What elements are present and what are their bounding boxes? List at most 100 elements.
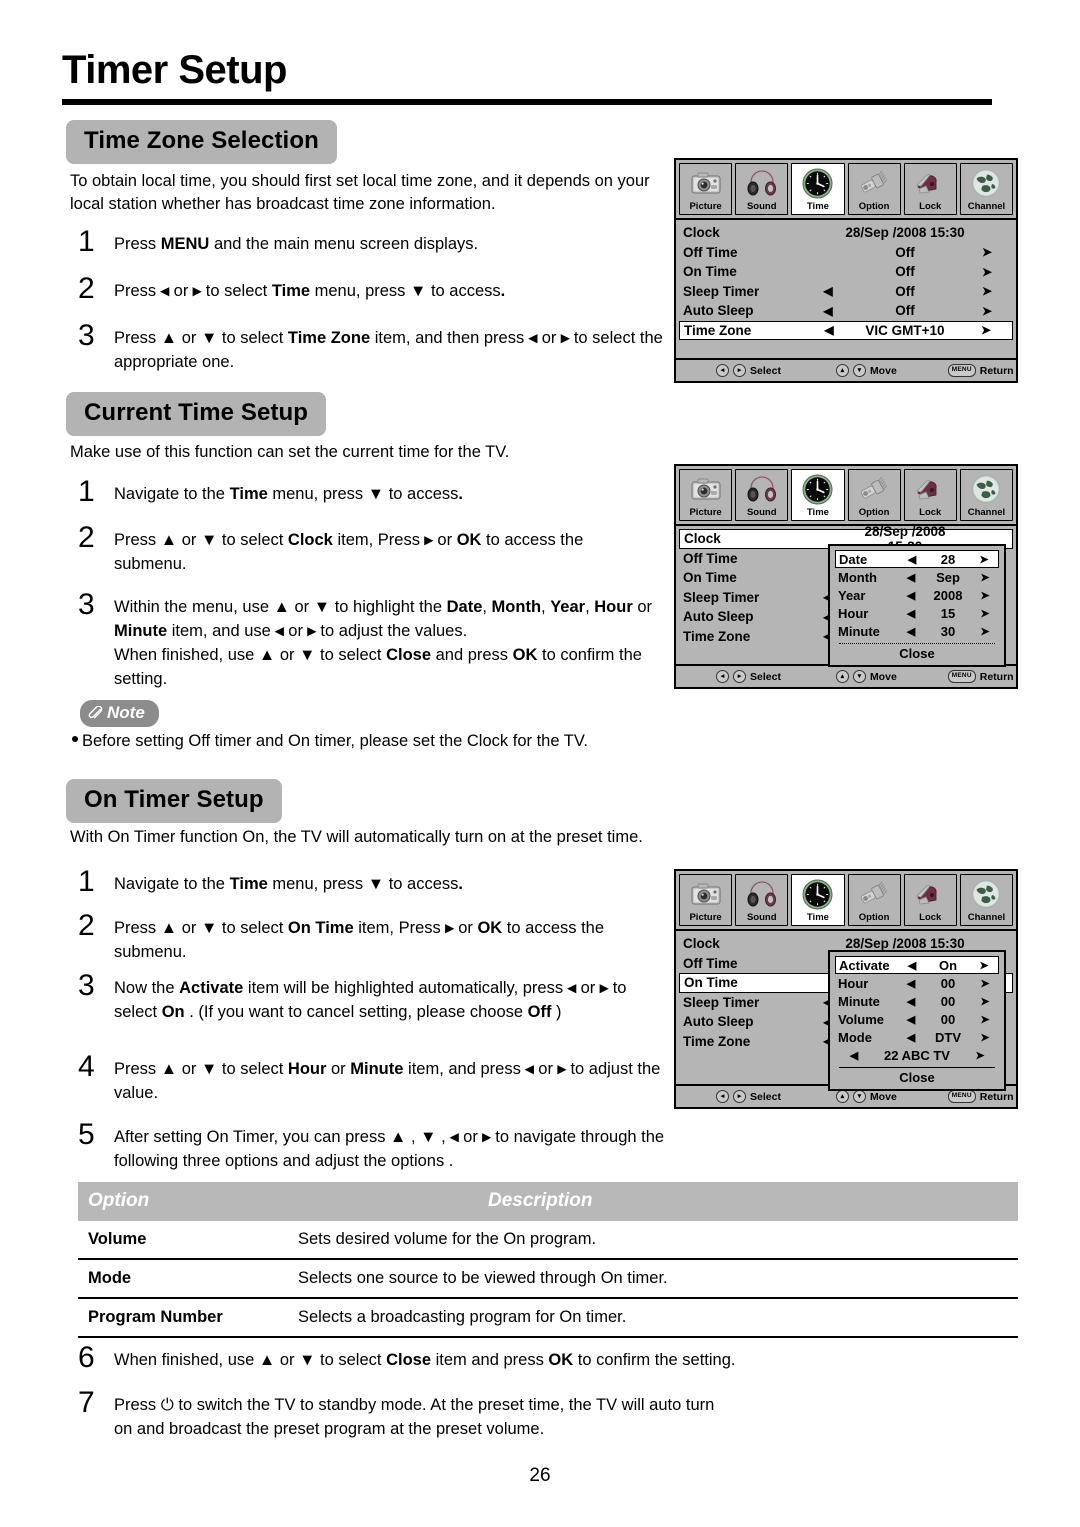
step-number: 3 <box>78 588 95 621</box>
step-item: 4 Press ▲ or ▼ to select Hour or Minute … <box>70 1052 670 1106</box>
osd-tab-option[interactable]: Option <box>847 163 901 215</box>
right-arrow-icon[interactable]: ➤ <box>974 625 996 638</box>
osd-popup-row[interactable]: Month ◀ Sep ➤ <box>835 568 999 586</box>
osd-tab-picture[interactable]: Picture <box>679 874 733 926</box>
osd-popup-row[interactable]: Year ◀ 2008 ➤ <box>835 586 999 604</box>
left-arrow-icon[interactable]: ◀ <box>900 607 922 620</box>
osd-popup-label: Date <box>839 551 868 567</box>
osd-popup-row[interactable]: Hour ◀ 15 ➤ <box>835 604 999 622</box>
osd-tab-channel[interactable]: Channel <box>959 469 1014 521</box>
osd-popup-row[interactable]: Activate ◀ On ➤ <box>835 956 999 974</box>
osd-tab-time[interactable]: Time <box>791 469 845 521</box>
step-text: Press ▲ or ▼ to select Time Zone item, a… <box>114 329 663 371</box>
osd-tab-label: Option <box>858 507 890 518</box>
osd-popup-row[interactable]: Minute ◀ 30 ➤ <box>835 622 999 640</box>
osd-tab-label: Sound <box>746 507 777 518</box>
right-arrow-icon[interactable]: ➤ <box>965 245 1009 259</box>
osd-popup-row[interactable]: Mode ◀ DTV ➤ <box>835 1028 999 1046</box>
left-arrow-icon[interactable]: ◀ <box>901 959 923 972</box>
left-arrow-icon[interactable]: ◀ <box>811 304 845 318</box>
osd-tab-sound[interactable]: Sound <box>735 163 789 215</box>
osd-footer: ◂ ▸ Select ▴ ▾ Move MENU Return <box>676 358 1016 381</box>
osd-tab-picture[interactable]: Picture <box>679 163 733 215</box>
right-arrow-icon[interactable]: ➤ <box>974 607 996 620</box>
left-arrow-icon[interactable]: ◀ <box>901 553 923 566</box>
right-arrow-icon[interactable]: ➤ <box>973 959 995 972</box>
osd-menu-row[interactable]: Off Time Off ➤ <box>679 243 1013 263</box>
osd-menu-row[interactable]: Auto Sleep ◀ Off ➤ <box>679 301 1013 321</box>
padlock-icon <box>905 877 956 911</box>
osd-tab-sound[interactable]: Sound <box>735 874 789 926</box>
osd-menu-row[interactable]: Sleep Timer ◀ Off ➤ <box>679 282 1013 302</box>
left-arrow-icon[interactable]: ◀ <box>812 323 846 337</box>
osd-tab-time[interactable]: Time <box>791 874 845 926</box>
left-arrow-icon[interactable]: ◀ <box>900 589 922 602</box>
osd-tab-picture[interactable]: Picture <box>679 469 733 521</box>
osd-popup-close-button[interactable]: Close <box>835 1070 999 1086</box>
osd-menu-row[interactable]: Clock 28/Sep /2008 15:30 <box>679 223 1013 243</box>
right-arrow-icon[interactable]: ➤ <box>964 323 1008 337</box>
osd-row-value: Off <box>895 283 915 299</box>
osd-tab-lock[interactable]: Lock <box>903 163 957 215</box>
left-arrow-icon[interactable]: ◀ <box>900 1013 922 1026</box>
table-cell-option: Mode <box>78 1259 288 1299</box>
dpad-key-icon: ▾ <box>852 670 866 683</box>
right-arrow-icon[interactable]: ➤ <box>974 977 996 990</box>
step-item: 1 Navigate to the Time menu, press ▼ to … <box>70 867 670 897</box>
right-arrow-icon[interactable]: ➤ <box>965 265 1009 279</box>
right-arrow-icon[interactable]: ➤ <box>965 304 1009 318</box>
osd-footer-hint: ▴ ▾ Move <box>835 1090 897 1103</box>
table-header-row: Option Description <box>78 1182 1018 1221</box>
osd-tab-label: Channel <box>967 507 1006 518</box>
note-badge: Note <box>80 700 159 727</box>
right-arrow-icon[interactable]: ➤ <box>974 1031 996 1044</box>
left-arrow-icon[interactable]: ◀ <box>900 625 922 638</box>
osd-popup-value: 00 <box>940 993 956 1009</box>
osd-popup-value: 00 <box>940 1011 956 1027</box>
table-header-option: Option <box>78 1182 288 1221</box>
osd-tab-channel[interactable]: Channel <box>959 874 1014 926</box>
osd-tab-channel[interactable]: Channel <box>959 163 1014 215</box>
osd-tab-label: Picture <box>689 912 722 923</box>
step-number: 3 <box>78 969 95 1002</box>
osd-row-label: Off Time <box>683 955 738 971</box>
table-row: Volume Sets desired volume for the On pr… <box>78 1221 1018 1260</box>
right-arrow-icon[interactable]: ➤ <box>969 1049 991 1062</box>
osd-tab-lock[interactable]: Lock <box>903 469 957 521</box>
osd-tab-time[interactable]: Time <box>791 163 845 215</box>
osd-popup-channel-row[interactable]: ◀ 22 ABC TV ➤ <box>835 1046 999 1064</box>
left-arrow-icon[interactable]: ◀ <box>900 995 922 1008</box>
left-arrow-icon[interactable]: ◀ <box>811 284 845 298</box>
right-arrow-icon[interactable]: ➤ <box>974 589 996 602</box>
osd-row-value: Off <box>895 264 915 280</box>
right-arrow-icon[interactable]: ➤ <box>974 1013 996 1026</box>
osd-popup-row[interactable]: Hour ◀ 00 ➤ <box>835 974 999 992</box>
option-description-table: Option Description Volume Sets desired v… <box>78 1182 1018 1338</box>
osd-popup-row[interactable]: Volume ◀ 00 ➤ <box>835 1010 999 1028</box>
osd-popup-label: Mode <box>838 1029 872 1045</box>
osd-popup-close-button[interactable]: Close <box>835 646 999 662</box>
left-arrow-icon[interactable]: ◀ <box>900 977 922 990</box>
note-line: Before setting Off timer and On timer, p… <box>72 732 692 751</box>
left-arrow-icon[interactable]: ◀ <box>843 1049 865 1062</box>
left-arrow-icon[interactable]: ◀ <box>900 571 922 584</box>
osd-tab-option[interactable]: Option <box>847 874 901 926</box>
right-arrow-icon[interactable]: ➤ <box>974 571 996 584</box>
osd-tab-bar: Picture Sound Time Option Lock Channel <box>676 466 1016 521</box>
osd-popup-row[interactable]: Date ◀ 28 ➤ <box>835 550 999 568</box>
right-arrow-icon[interactable]: ➤ <box>974 995 996 1008</box>
osd-menu-row[interactable]: Time Zone ◀ VIC GMT+10 ➤ <box>679 320 1013 340</box>
osd-popup-row[interactable]: Minute ◀ 00 ➤ <box>835 992 999 1010</box>
osd-tab-label: Channel <box>967 201 1006 212</box>
right-arrow-icon[interactable]: ➤ <box>965 284 1009 298</box>
osd-tab-lock[interactable]: Lock <box>903 874 957 926</box>
right-arrow-icon[interactable]: ➤ <box>973 553 995 566</box>
osd-row-label: Auto Sleep <box>683 609 754 625</box>
left-arrow-icon[interactable]: ◀ <box>900 1031 922 1044</box>
osd-menu-row[interactable]: On Time Off ➤ <box>679 262 1013 282</box>
osd-tab-sound[interactable]: Sound <box>735 469 789 521</box>
osd-tab-label: Time <box>806 507 829 518</box>
osd-tab-label: Picture <box>689 507 722 518</box>
dpad-key-icon: ▾ <box>852 1090 866 1103</box>
osd-tab-option[interactable]: Option <box>847 469 901 521</box>
